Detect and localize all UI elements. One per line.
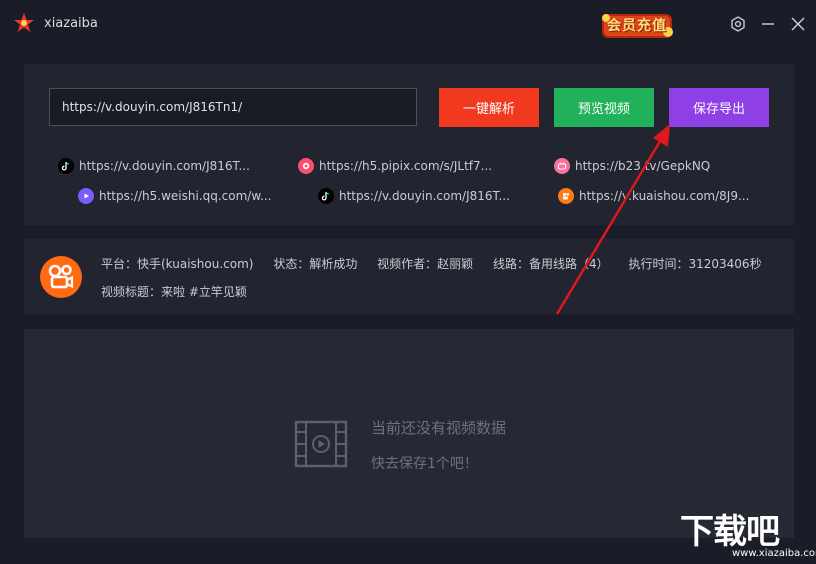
- settings-button[interactable]: [729, 15, 747, 33]
- video-info-panel: 平台：快手(kuaishou.com) 状态：解析成功 视频作者：赵丽颖 线路：…: [24, 239, 794, 314]
- info-status: 状态：解析成功: [273, 257, 358, 271]
- app-logo-icon: [14, 13, 34, 32]
- bilibili-icon: [554, 158, 570, 174]
- example-link-text: https://b23.tv/GepkNQ: [575, 159, 711, 173]
- example-link-bilibili[interactable]: https://b23.tv/GepkNQ: [554, 157, 710, 175]
- example-link-weishi[interactable]: https://h5.weishi.qq.com/w...: [78, 187, 271, 205]
- watermark-url: www.xiazaiba.com: [732, 548, 816, 559]
- example-link-text: https://v.kuaishou.com/8J9...: [579, 189, 750, 203]
- close-icon: [791, 17, 805, 31]
- example-link-text: https://h5.weishi.qq.com/w...: [99, 189, 272, 203]
- example-link-text: https://v.douyin.com/J816T...: [79, 159, 250, 173]
- gear-icon: [731, 16, 745, 32]
- example-link-text: https://h5.pipix.com/s/JLtf7...: [319, 159, 493, 173]
- export-button[interactable]: 保存导出: [669, 88, 769, 127]
- info-route: 线路：备用线路（4）: [493, 257, 609, 271]
- video-film-icon: [294, 420, 348, 468]
- info-author: 视频作者：赵丽颖: [377, 257, 474, 271]
- watermark-title: 下载吧: [680, 512, 780, 552]
- vip-recharge-badge[interactable]: 会员充值: [598, 8, 676, 42]
- input-panel: 一键解析 预览视频 保存导出 https://v.douyin.com/J816…: [24, 64, 794, 225]
- info-row: 平台：快手(kuaishou.com) 状态：解析成功 视频作者：赵丽颖 线路：…: [101, 255, 778, 272]
- example-link-kuaishou[interactable]: https://v.kuaishou.com/8J9...: [558, 187, 749, 205]
- minimize-button[interactable]: [759, 15, 777, 33]
- info-platform: 平台：快手(kuaishou.com): [101, 257, 254, 271]
- douyin-icon: [318, 188, 334, 204]
- example-link-douyin[interactable]: https://v.douyin.com/J816T...: [58, 157, 250, 175]
- app-title: xiazaiba: [44, 16, 98, 31]
- example-link-text: https://v.douyin.com/J816T...: [339, 189, 510, 203]
- weishi-icon: [78, 188, 94, 204]
- title-bar: xiazaiba 会员充值: [0, 0, 816, 50]
- example-link-pipix[interactable]: https://h5.pipix.com/s/JLtf7...: [298, 157, 492, 175]
- preview-button[interactable]: 预览视频: [554, 88, 654, 127]
- video-list-panel: 当前还没有视频数据 快去保存1个吧！: [24, 329, 794, 538]
- kuaishou-logo-icon: [40, 256, 82, 298]
- minimize-icon: [762, 23, 774, 25]
- info-exec-time: 执行时间：31203406秒: [628, 257, 762, 271]
- parse-button[interactable]: 一键解析: [439, 88, 539, 127]
- empty-state-title: 当前还没有视频数据: [371, 419, 507, 437]
- url-input[interactable]: [49, 88, 417, 126]
- close-button[interactable]: [789, 15, 807, 33]
- vip-badge-label: 会员充值: [607, 18, 667, 34]
- info-video-title: 视频标题：来啦 #立竿见颖: [101, 285, 247, 299]
- kuaishou-icon: [558, 188, 574, 204]
- pipix-icon: [298, 158, 314, 174]
- site-watermark: 下载吧 www.xiazaiba.com: [680, 504, 816, 564]
- douyin-icon: [58, 158, 74, 174]
- empty-state-subtitle: 快去保存1个吧！: [371, 456, 478, 472]
- example-link-douyin-2[interactable]: https://v.douyin.com/J816T...: [318, 187, 510, 205]
